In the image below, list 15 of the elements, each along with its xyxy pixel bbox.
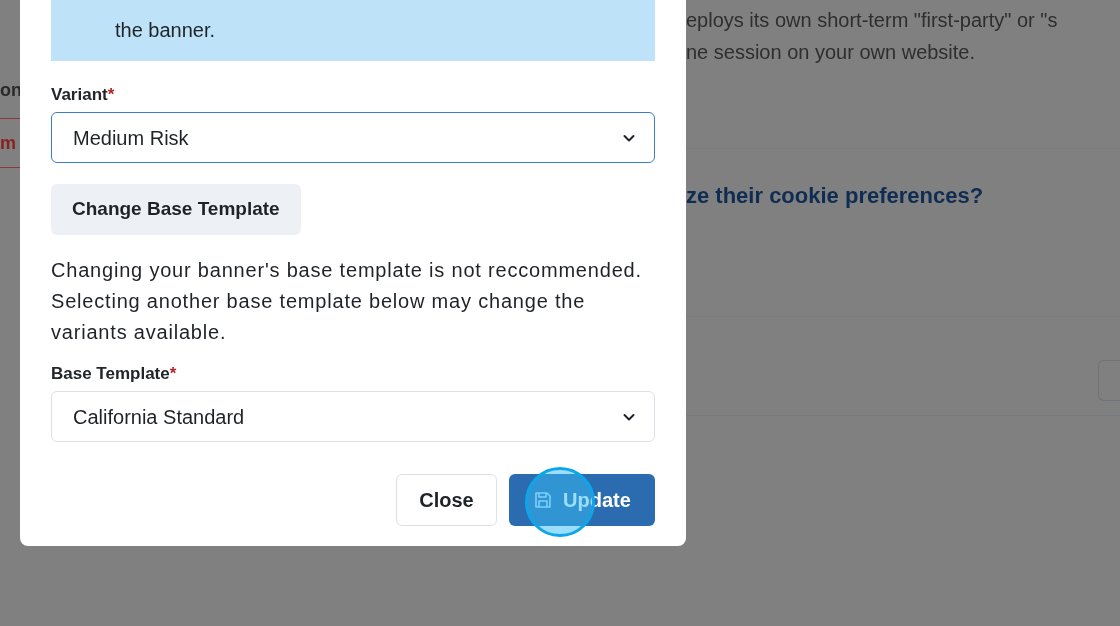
update-button[interactable]: Update	[509, 474, 655, 526]
question-heading: ze their cookie preferences?	[686, 183, 984, 208]
change-template-button[interactable]: Change Base Template	[51, 184, 301, 235]
save-icon	[533, 490, 554, 510]
select-field[interactable]: California Standard	[51, 391, 655, 442]
info-text: the banner.	[115, 18, 217, 43]
field-label: Base Template	[51, 364, 170, 384]
select-field[interactable]: Medium Risk	[51, 112, 655, 163]
warning-text: Changing your banner's base template is not reccommended. Selecting another base template below may change the variants available.	[51, 258, 643, 345]
required-mark: *	[107, 85, 115, 105]
description-text: ne session on your own website.	[686, 40, 977, 65]
field-label: Variant	[51, 85, 108, 105]
close-button[interactable]: Close	[396, 474, 497, 526]
description-text: eploys its own short-term "first-party" or "s	[686, 8, 1059, 33]
required-mark: *	[169, 364, 177, 384]
